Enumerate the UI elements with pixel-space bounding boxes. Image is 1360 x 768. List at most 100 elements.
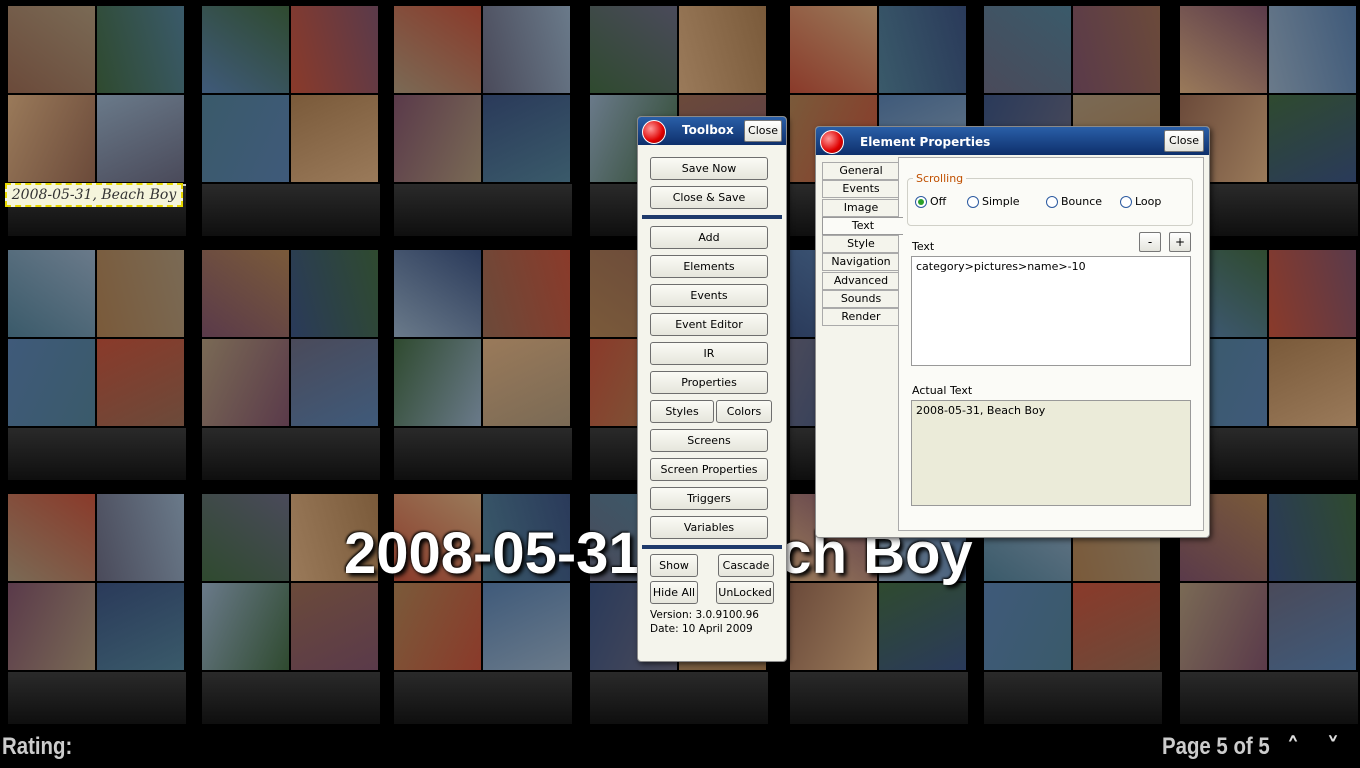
page-down-arrow-icon[interactable]: ˅ — [1318, 735, 1348, 761]
photo-thumbnail — [1269, 6, 1356, 93]
selected-tile-caption[interactable]: 2008-05-31, Beach Boy — [5, 183, 183, 207]
scrolling-simple-radio[interactable]: Simple — [967, 195, 1020, 208]
photo-thumbnail — [202, 6, 289, 93]
scrolling-group-title: Scrolling — [913, 172, 967, 185]
element-properties-titlebar[interactable]: Element Properties Close — [816, 127, 1209, 155]
photo-thumbnail — [97, 250, 184, 337]
photo-thumbnail — [483, 6, 570, 93]
radio-icon — [967, 195, 979, 208]
events-button[interactable]: Events — [650, 284, 768, 307]
photo-thumbnail — [394, 95, 481, 182]
event-editor-button[interactable]: Event Editor — [650, 313, 768, 336]
photo-reflection — [984, 672, 1162, 724]
tab-sounds[interactable]: Sounds — [822, 290, 899, 308]
screen-properties-button[interactable]: Screen Properties — [650, 458, 768, 481]
radio-selected-icon — [915, 195, 927, 208]
photo-reflection — [202, 672, 380, 724]
page-indicator: Page 5 of 5 — [1162, 733, 1270, 760]
radio-icon — [1046, 195, 1058, 208]
page-up-arrow-icon[interactable]: ˄ — [1278, 735, 1308, 761]
photo-thumbnail — [394, 339, 481, 426]
photo-thumbnail — [8, 250, 95, 337]
scrolling-loop-radio[interactable]: Loop — [1120, 195, 1161, 208]
photo-thumbnail — [291, 339, 378, 426]
photo-thumbnail — [1073, 6, 1160, 93]
styles-button[interactable]: Styles — [650, 400, 714, 423]
photo-tile[interactable] — [394, 6, 572, 236]
photo-thumbnail — [679, 6, 766, 93]
tab-image[interactable]: Image — [822, 199, 899, 217]
close-save-button[interactable]: Close & Save — [650, 186, 768, 209]
photo-thumbnail — [8, 6, 95, 93]
save-now-button[interactable]: Save Now — [650, 157, 768, 180]
photo-thumbnail — [1180, 6, 1267, 93]
triggers-button[interactable]: Triggers — [650, 487, 768, 510]
photo-thumbnail — [1269, 339, 1356, 426]
text-expression-input[interactable]: category>pictures>name>-10 — [911, 256, 1191, 366]
photo-thumbnail — [202, 494, 289, 581]
photo-thumbnail — [483, 583, 570, 670]
tab-events[interactable]: Events — [822, 180, 899, 198]
photo-tile[interactable] — [202, 6, 380, 236]
actual-text-output: 2008-05-31, Beach Boy — [911, 400, 1191, 506]
scrolling-bounce-radio[interactable]: Bounce — [1046, 195, 1102, 208]
photo-thumbnail — [202, 339, 289, 426]
photo-thumbnail — [1269, 250, 1356, 337]
hide-all-button[interactable]: Hide All — [650, 581, 698, 604]
photo-reflection — [394, 672, 572, 724]
photo-thumbnail — [394, 250, 481, 337]
element-properties-title: Element Properties — [860, 135, 991, 149]
photo-tile[interactable] — [8, 250, 186, 480]
photo-reflection — [790, 672, 968, 724]
photo-thumbnail — [984, 583, 1071, 670]
properties-button[interactable]: Properties — [650, 371, 768, 394]
tab-general[interactable]: General — [822, 162, 899, 180]
photo-thumbnail — [291, 250, 378, 337]
photo-reflection — [8, 672, 186, 724]
tab-advanced[interactable]: Advanced — [822, 272, 899, 290]
toolbox-title: Toolbox — [682, 123, 734, 137]
photo-tile[interactable] — [8, 494, 186, 724]
toolbox-titlebar[interactable]: Toolbox Close — [638, 117, 786, 145]
scrolling-off-radio[interactable]: Off — [915, 195, 946, 208]
photo-thumbnail — [202, 95, 289, 182]
colors-button[interactable]: Colors — [716, 400, 772, 423]
photo-thumbnail — [97, 95, 184, 182]
cascade-button[interactable]: Cascade — [718, 554, 774, 577]
photo-thumbnail — [879, 6, 966, 93]
photo-tile[interactable] — [394, 250, 572, 480]
version-text: Version: 3.0.9100.96 — [650, 609, 759, 621]
date-text: Date: 10 April 2009 — [650, 623, 753, 635]
photo-thumbnail — [483, 95, 570, 182]
photo-thumbnail — [394, 583, 481, 670]
ir-button[interactable]: IR — [650, 342, 768, 365]
toolbox-separator — [642, 215, 782, 219]
tab-text[interactable]: Text — [822, 217, 903, 235]
photo-thumbnail — [1269, 95, 1356, 182]
elements-button[interactable]: Elements — [650, 255, 768, 278]
increase-button[interactable]: + — [1169, 232, 1191, 252]
show-all-button[interactable]: Show All — [650, 554, 698, 593]
photo-reflection — [394, 428, 572, 480]
screens-button[interactable]: Screens — [650, 429, 768, 452]
photo-thumbnail — [483, 250, 570, 337]
photo-thumbnail — [8, 339, 95, 426]
actual-text-label: Actual Text — [912, 384, 973, 397]
element-properties-close-button[interactable]: Close — [1164, 130, 1204, 152]
photo-thumbnail — [291, 583, 378, 670]
decrease-button[interactable]: - — [1139, 232, 1161, 252]
photo-thumbnail — [97, 339, 184, 426]
photo-reflection — [202, 184, 380, 236]
tab-render[interactable]: Render — [822, 308, 899, 326]
tab-navigation[interactable]: Navigation — [822, 253, 899, 271]
photo-thumbnail — [202, 583, 289, 670]
radio-icon — [1120, 195, 1132, 208]
variables-button[interactable]: Variables — [650, 516, 768, 539]
tab-style[interactable]: Style — [822, 235, 899, 253]
toolbox-separator — [642, 545, 782, 549]
photo-tile[interactable] — [202, 250, 380, 480]
add-button[interactable]: Add — [650, 226, 768, 249]
unlocked-button[interactable]: UnLocked — [716, 581, 774, 604]
toolbox-close-button[interactable]: Close — [744, 120, 782, 142]
photo-thumbnail — [291, 95, 378, 182]
